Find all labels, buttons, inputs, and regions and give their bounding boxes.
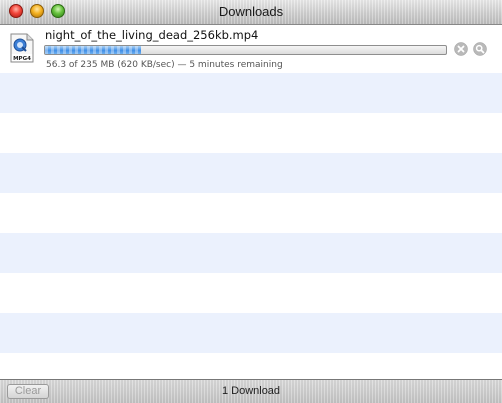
list-row [0,313,502,353]
list-row [0,73,502,113]
download-filename: night_of_the_living_dead_256kb.mp4 [45,28,259,42]
list-row [0,113,502,153]
download-progress-bar [44,45,447,55]
download-item[interactable]: MPG4 night_of_the_living_dead_256kb.mp4 … [0,25,502,73]
download-list [0,25,502,379]
quicktime-document-icon: MPG4 [10,33,34,63]
stop-download-icon[interactable] [454,42,468,56]
download-status-text: 56.3 of 235 MB (620 KB/sec) — 5 minutes … [46,60,283,70]
title-bar[interactable]: Downloads [0,0,502,25]
list-row [0,233,502,273]
file-type-badge: MPG4 [13,56,31,62]
reveal-in-finder-icon[interactable] [473,42,487,56]
list-row [0,273,502,313]
download-count: 1 Download [221,385,281,397]
bottom-bar: Clear 1 Download [0,379,502,403]
window-title: Downloads [218,4,284,19]
downloads-window: Downloads MPG4 night_of_the_living_dead_… [0,0,502,403]
list-row [0,193,502,233]
list-row [0,153,502,193]
list-row [0,353,502,379]
download-progress-fill [45,46,142,54]
